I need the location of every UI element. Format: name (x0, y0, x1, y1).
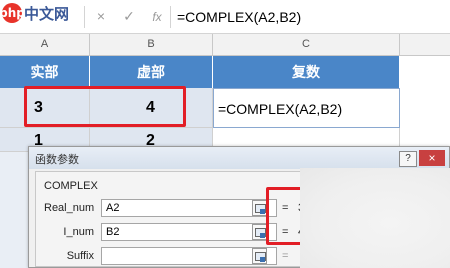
arg-equals: = (282, 250, 289, 262)
header-cell-real[interactable]: 实部 (0, 56, 90, 88)
formula-bar-divider (170, 6, 171, 28)
formula-input[interactable]: =COMPLEX(A2,B2) (177, 9, 301, 25)
column-header-b[interactable]: B (90, 34, 213, 55)
confirm-icon[interactable]: ✓ (120, 8, 138, 25)
table-header-row: 实部 虚部 复数 (0, 56, 450, 88)
arg-label-real-num: Real_num (44, 202, 95, 214)
real-num-input[interactable]: A2 (101, 199, 277, 217)
dialog-titlebar[interactable]: 函数参数 ? × (29, 147, 449, 169)
logo-mark: php (0, 3, 25, 23)
i-num-input[interactable]: B2 (101, 223, 277, 241)
dialog-title: 函数参数 (35, 153, 79, 166)
formula-bar: php 中文网 × ✓ fx =COMPLEX(A2,B2) (0, 0, 450, 34)
site-logo: php 中文网 (0, 2, 70, 24)
cell-c2[interactable]: =COMPLEX(A2,B2) (213, 88, 400, 128)
highlight-box-inputs (24, 86, 186, 127)
function-icon[interactable]: fx (148, 10, 166, 24)
column-header-a[interactable]: A (0, 34, 90, 55)
header-cell-complex[interactable]: 复数 (213, 56, 400, 88)
suffix-input[interactable] (101, 247, 277, 265)
column-header-c[interactable]: C (213, 34, 400, 55)
formula-bar-divider (84, 6, 85, 28)
column-headers: A B C (0, 34, 450, 56)
header-cell-imag[interactable]: 虚部 (90, 56, 213, 88)
watermark-blur (300, 168, 450, 268)
function-name: COMPLEX (44, 180, 98, 192)
arg-label-i-num: I_num (63, 226, 94, 238)
arg-label-suffix: Suffix (66, 250, 94, 262)
range-select-icon[interactable] (252, 200, 267, 216)
cancel-icon[interactable]: × (92, 8, 110, 24)
help-button[interactable]: ? (399, 151, 417, 167)
close-button[interactable]: × (419, 150, 445, 166)
range-select-icon[interactable] (252, 224, 267, 240)
range-select-icon[interactable] (252, 248, 267, 264)
logo-text: 中文网 (24, 4, 70, 23)
